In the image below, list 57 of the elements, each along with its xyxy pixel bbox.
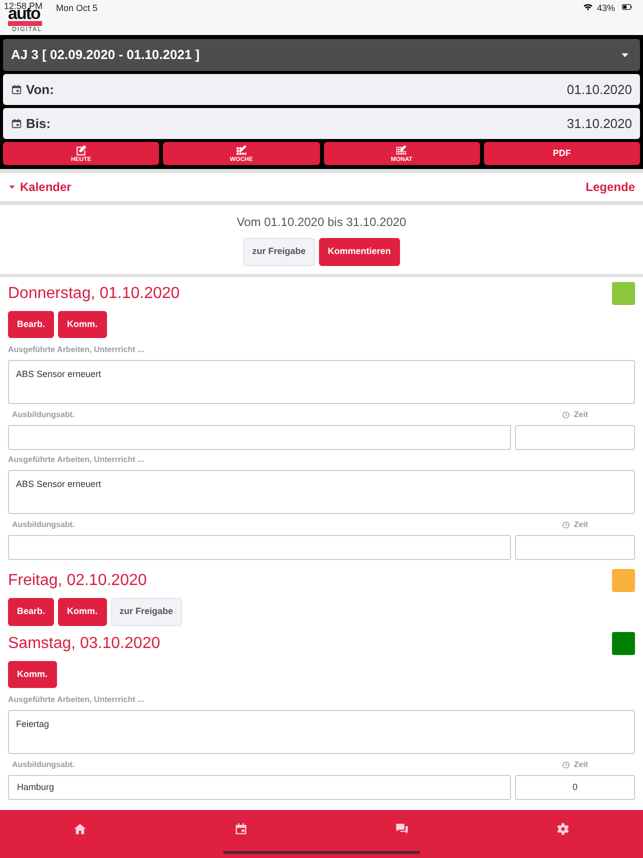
chat-icon[interactable]	[394, 822, 409, 836]
action-button[interactable]: Komm.	[58, 598, 107, 626]
text-area[interactable]: ABS Sensor erneuert	[8, 470, 635, 514]
legend-link[interactable]: Legende	[586, 178, 635, 196]
text-area[interactable]: ABS Sensor erneuert	[8, 360, 635, 404]
action-button[interactable]: Bearb.	[8, 598, 54, 626]
calendar-icon[interactable]	[234, 822, 248, 836]
battery-level: 43%	[596, 2, 615, 15]
pdf-button[interactable]: PDF	[484, 142, 640, 165]
time-field[interactable]: 0	[515, 775, 635, 800]
action-button[interactable]: Bearb.	[8, 310, 54, 338]
action-button[interactable]: Komm.	[58, 310, 107, 338]
clock-icon	[562, 521, 570, 529]
field-label: Ausgeführte Arbeiten, Unterrricht ...	[8, 454, 146, 466]
field-label: Zeit	[574, 759, 588, 771]
field-label: Zeit	[574, 409, 588, 421]
home-icon[interactable]	[73, 822, 88, 836]
battery-icon	[619, 2, 635, 12]
date-value: 31.10.2020	[566, 114, 632, 133]
calendar-icon	[11, 118, 22, 129]
calendar-icon	[11, 84, 22, 95]
time-field[interactable]	[515, 535, 635, 560]
calendar-toggle[interactable]: Kalender	[8, 178, 72, 196]
period-select[interactable]: AJ 3 [ 02.09.2020 - 01.10.2021 ]	[3, 39, 640, 71]
field-label: Ausbildungsabt.	[11, 759, 76, 771]
clock-icon	[562, 761, 570, 769]
department-field[interactable]	[8, 535, 511, 560]
date-label: Bis:	[26, 114, 51, 133]
date-label: Von:	[26, 80, 54, 99]
clock-icon	[562, 411, 570, 419]
settings-icon[interactable]	[556, 822, 570, 836]
department-field[interactable]	[8, 425, 511, 450]
action-button[interactable]: Komm.	[8, 660, 57, 688]
text-area[interactable]: Feiertag	[8, 710, 635, 754]
department-field[interactable]: Hamburg	[8, 775, 511, 800]
time-field[interactable]	[515, 425, 635, 450]
logo-band	[8, 21, 42, 26]
action-button[interactable]: Kommentieren	[318, 238, 400, 266]
approval-button[interactable]: zur Freigabe	[243, 238, 315, 266]
date-field[interactable]: Bis: 31.10.2020	[3, 108, 640, 139]
week-grid-icon	[234, 144, 248, 157]
day-title: Freitag, 02.10.2020	[8, 571, 147, 591]
approval-button[interactable]: zur Freigabe	[110, 598, 182, 626]
field-label: Ausbildungsabt.	[11, 409, 76, 421]
status-date: Mon Oct 5	[56, 2, 98, 15]
date-range-text: Vom 01.10.2020 bis 31.10.2020	[236, 214, 408, 231]
date-value: 01.10.2020	[566, 80, 632, 99]
date-field[interactable]: Von: 01.10.2020	[3, 74, 640, 105]
month-grid-icon	[395, 144, 408, 157]
field-label: Ausbildungsabt.	[11, 519, 76, 531]
field-label: Zeit	[574, 519, 588, 531]
field-label: Ausgeführte Arbeiten, Unterrricht ...	[8, 694, 146, 706]
wifi-icon	[582, 2, 593, 12]
field-label: Ausgeführte Arbeiten, Unterrricht ...	[8, 344, 146, 356]
edit-icon	[74, 144, 88, 157]
day-title: Donnerstag, 01.10.2020	[8, 284, 180, 304]
day-title: Samstag, 03.10.2020	[8, 634, 160, 654]
